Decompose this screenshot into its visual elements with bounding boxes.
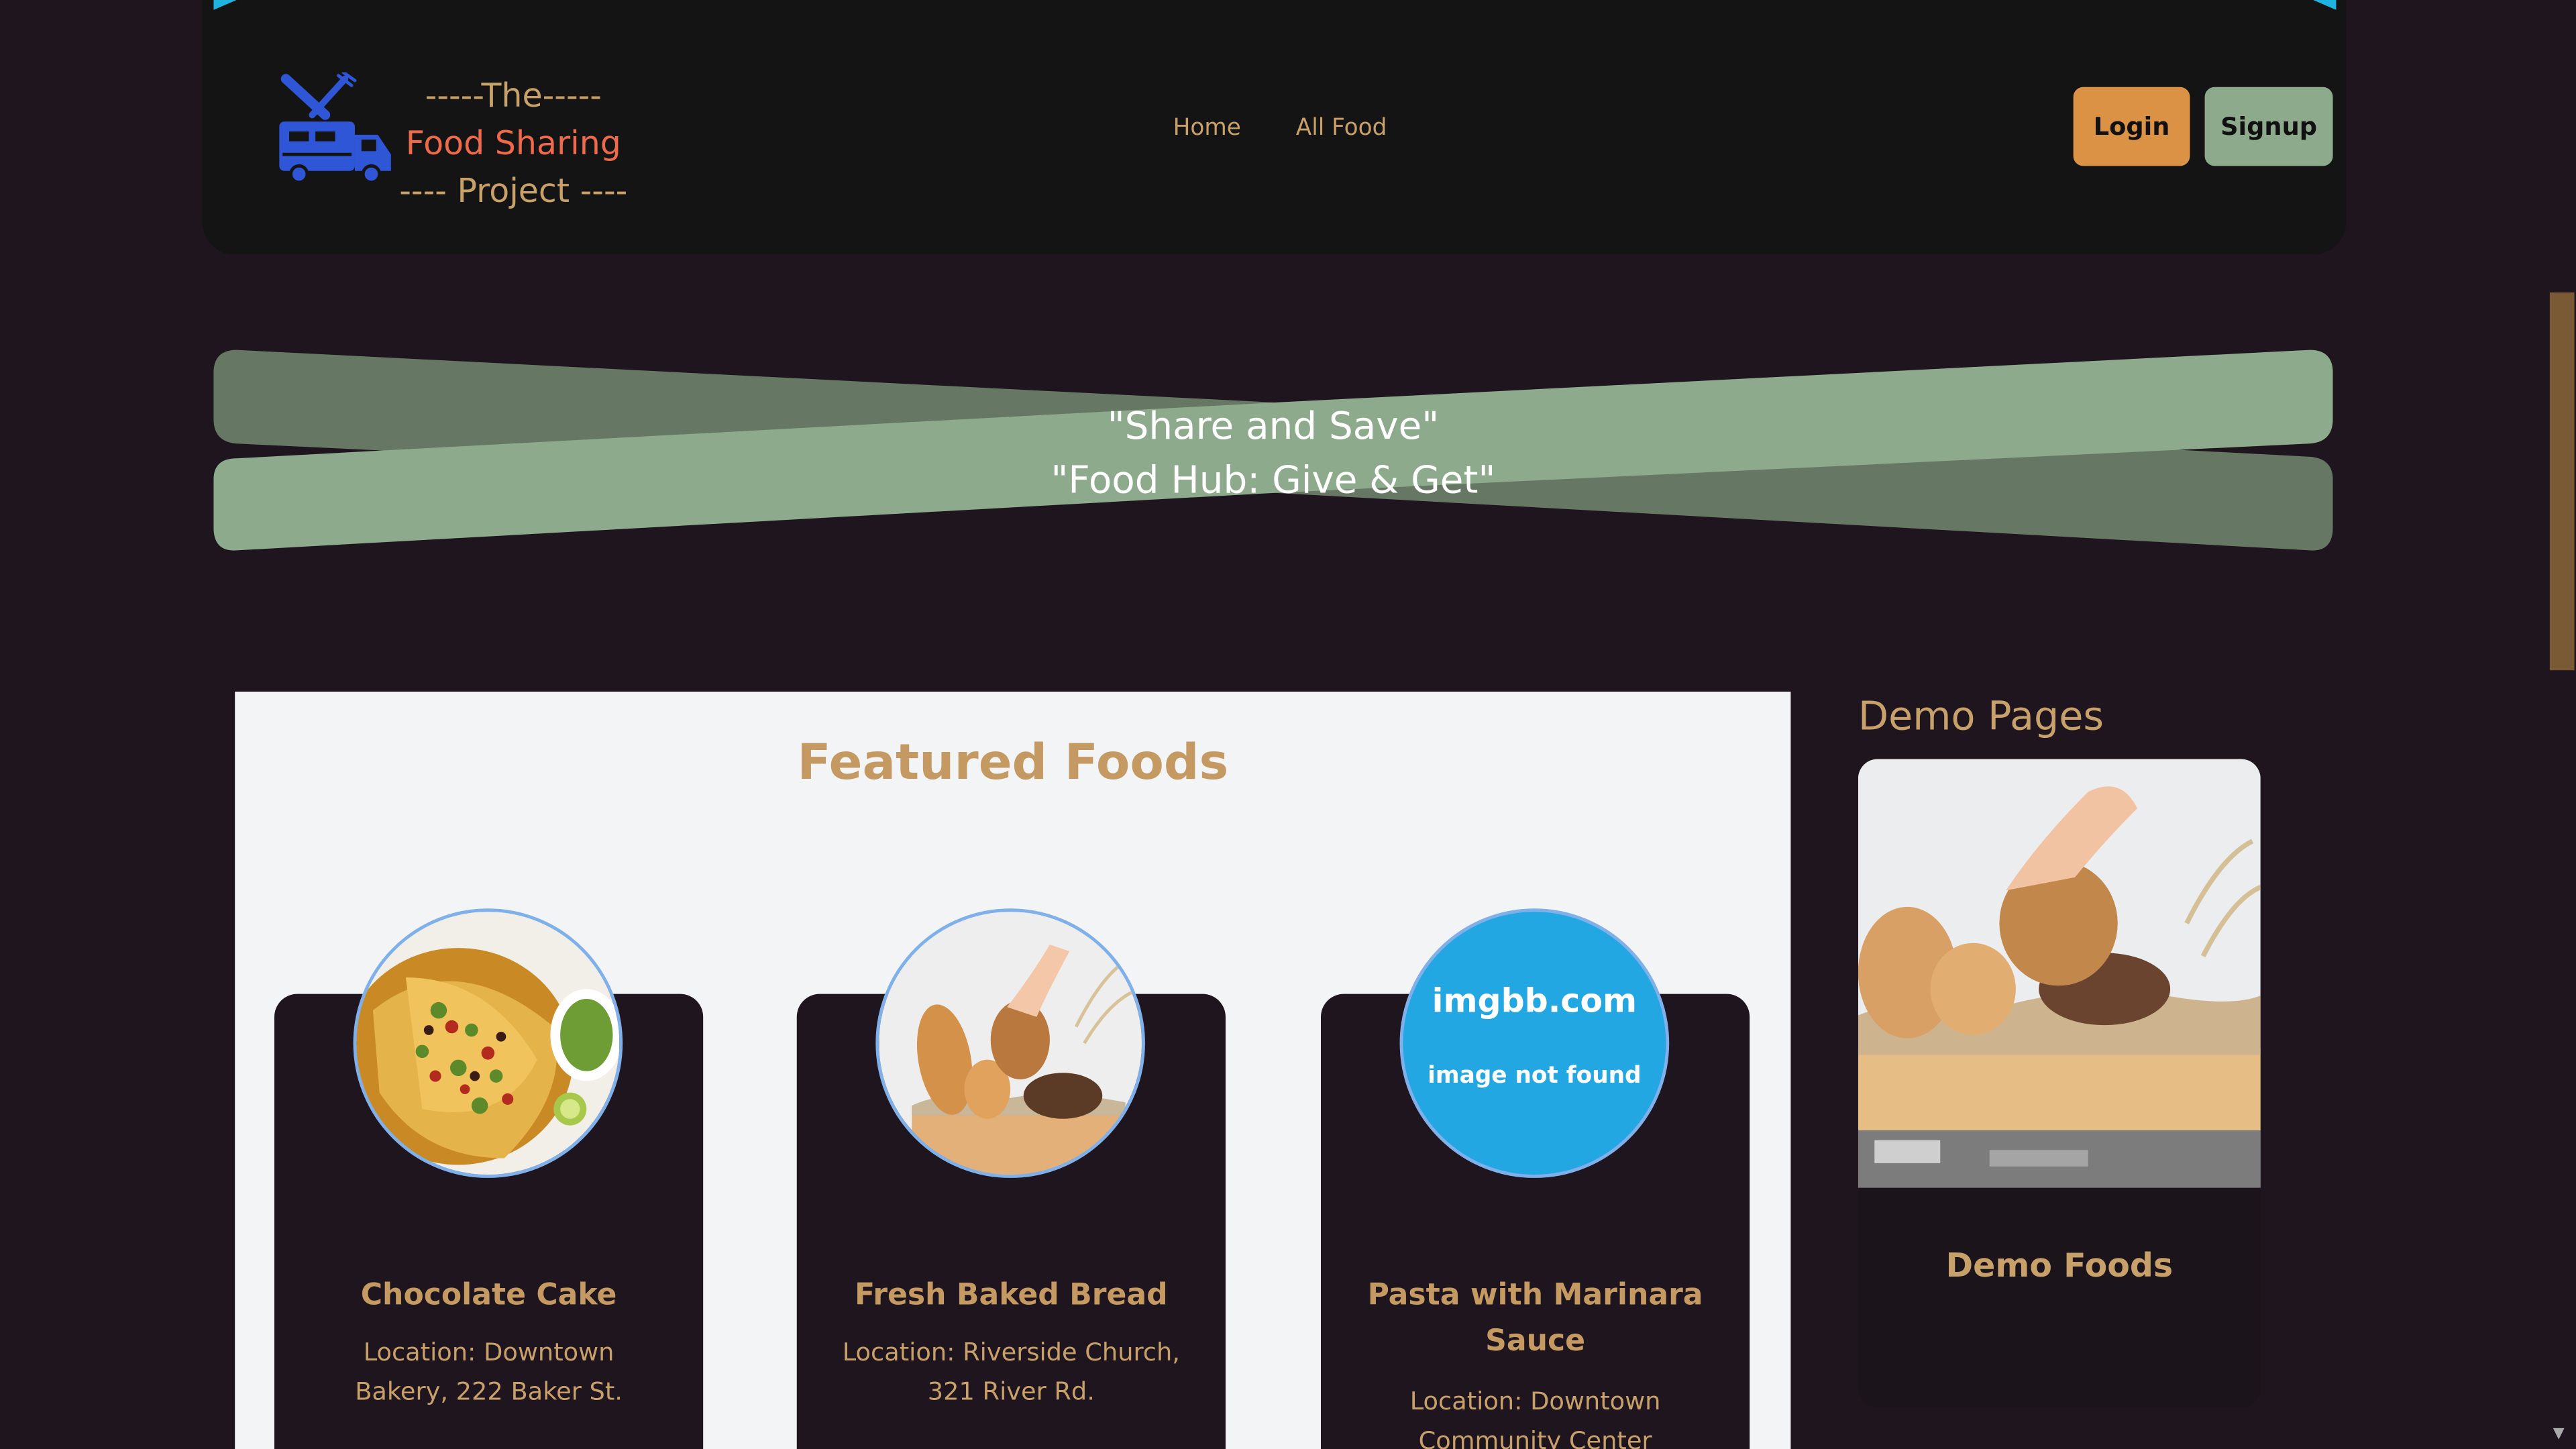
logo-line-food-sharing: Food Sharing (405, 123, 621, 163)
food-card[interactable]: Chocolate Cake Location: Downtown Bakery… (274, 908, 704, 1449)
nav-link-all-food[interactable]: All Food (1296, 115, 1387, 141)
food-name: Chocolate Cake (360, 1278, 617, 1313)
logo-line-the: -----The----- (425, 75, 602, 115)
signup-button[interactable]: Signup (2204, 87, 2333, 166)
featured-foods-title: Featured Foods (797, 734, 1229, 792)
food-image-bread[interactable] (875, 908, 1145, 1178)
logo-line-project: ---- Project ---- (399, 170, 628, 211)
food-image-placeholder[interactable]: imgbb.com image not found (1399, 908, 1670, 1178)
food-truck-icon[interactable] (276, 72, 394, 187)
banner-line-1: "Share and Save" (1107, 405, 1440, 449)
demo-foods-card[interactable]: Demo Foods (1858, 759, 2261, 1408)
food-location: Location: Downtown Bakery, 222 Baker St. (355, 1337, 623, 1407)
banner-text: "Share and Save" "Food Hub: Give & Get" (213, 401, 2332, 510)
food-card[interactable]: Fresh Baked Bread Location: Riverside Ch… (796, 908, 1226, 1449)
food-location: Location: Downtown Community Center (1409, 1386, 1661, 1449)
demo-pages-title: Demo Pages (1858, 693, 2104, 740)
logo-text[interactable]: -----The----- Food Sharing ---- Project … (394, 72, 633, 215)
scrollbar-thumb[interactable] (2549, 292, 2575, 671)
food-name: Fresh Baked Bread (854, 1278, 1168, 1313)
nav-link-home[interactable]: Home (1173, 115, 1241, 141)
nav-links: Home All Food (1173, 115, 1435, 141)
food-name: Pasta with Marinara Sauce (1367, 1278, 1703, 1359)
placeholder-message: image not found (1428, 1063, 1642, 1089)
demo-foods-label: Demo Foods (1945, 1245, 2174, 1285)
demo-foods-image[interactable] (1858, 759, 2261, 1188)
banner-line-2: "Food Hub: Give & Get" (1051, 460, 1496, 503)
featured-foods-section: Featured Foods Chocolate Cake Location: … (235, 692, 1791, 1449)
placeholder-site: imgbb.com (1432, 981, 1638, 1020)
food-card[interactable]: imgbb.com image not found Pasta with Mar… (1320, 908, 1750, 1449)
food-image-tacos[interactable] (353, 908, 623, 1178)
login-button[interactable]: Login (2073, 87, 2190, 166)
scroll-down-arrow-icon[interactable]: ▼ (2553, 1426, 2569, 1442)
food-location: Location: Riverside Church, 321 River Rd… (842, 1337, 1180, 1407)
page-scrollbar[interactable] (2548, 0, 2576, 1449)
